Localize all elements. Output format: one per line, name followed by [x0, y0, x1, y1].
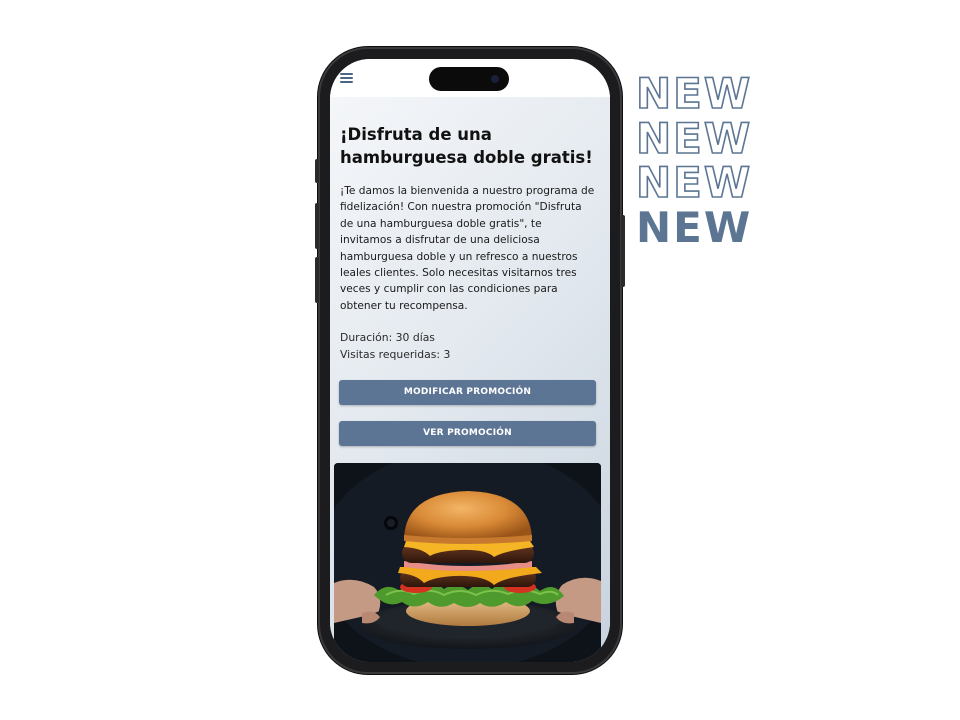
front-camera: [491, 75, 499, 83]
new-word-solid: NEW: [636, 202, 753, 252]
power-button: [621, 215, 625, 287]
phone-mockup: ¡Disfruta de una hamburguesa doble grati…: [315, 47, 625, 674]
dynamic-island: [429, 67, 509, 91]
volume-up-button: [315, 203, 319, 249]
silent-switch: [315, 159, 319, 183]
phone-screen: ¡Disfruta de una hamburguesa doble grati…: [330, 59, 610, 662]
promotion-title: ¡Disfruta de una hamburguesa doble grati…: [340, 125, 593, 167]
burger-photo: [334, 463, 601, 662]
new-badge-stack: NEW NEW NEW NEW: [635, 69, 776, 252]
double-burger-illustration: [334, 463, 601, 662]
promotion-detail: ¡Disfruta de una hamburguesa doble grati…: [330, 97, 610, 662]
hamburger-menu-icon[interactable]: [340, 73, 353, 83]
marketing-canvas: ¡Disfruta de una hamburguesa doble grati…: [0, 0, 960, 720]
new-word-outline-3: NEW: [635, 158, 753, 207]
promotion-required-visits: Visitas requeridas: 3: [340, 347, 451, 361]
view-promotion-button[interactable]: VER PROMOCIÓN: [339, 421, 596, 446]
promotion-duration: Duración: 30 días: [340, 331, 435, 344]
modify-promotion-button[interactable]: MODIFICAR PROMOCIÓN: [339, 380, 596, 405]
promotion-meta: Duración: 30 días Visitas requeridas: 3: [340, 330, 596, 363]
volume-down-button: [315, 257, 319, 303]
promotion-description: ¡Te damos la bienvenida a nuestro progra…: [340, 185, 595, 312]
new-word-outline-2: NEW: [635, 113, 753, 163]
new-word-outline-1: NEW: [635, 69, 753, 118]
